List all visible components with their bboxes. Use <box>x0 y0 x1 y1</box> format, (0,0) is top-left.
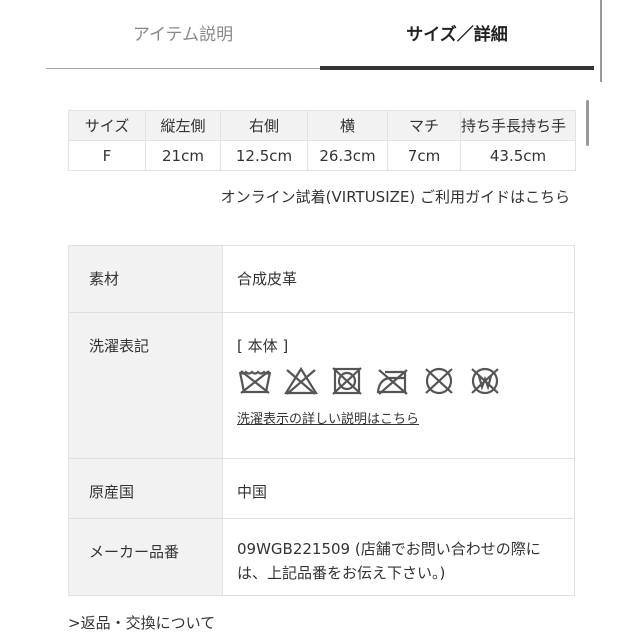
maker-code-label: メーカー品番 <box>68 518 223 596</box>
material-label: 素材 <box>68 245 223 313</box>
care-details-link[interactable]: 洗濯表示の詳しい説明はこちら <box>237 412 419 427</box>
details-table: 素材 合成皮革 洗濯表記 [ 本体 ] 洗濯表示の詳しい説明はこちら 原産国 中… <box>68 245 575 596</box>
size-table-header: サイズ 縦左側 右側 横 マチ 持ち手長持ち手 <box>68 110 576 141</box>
no-wet-clean-icon <box>471 367 499 395</box>
cell: 12.5cm <box>220 140 308 171</box>
scrollbar[interactable] <box>600 0 602 82</box>
no-iron-icon <box>376 369 408 395</box>
tab-size-details[interactable]: サイズ／詳細 <box>320 20 594 50</box>
tab-item-description[interactable]: アイテム説明 <box>46 20 320 50</box>
returns-link[interactable]: >返品・交換について <box>68 612 215 633</box>
material-value: 合成皮革 <box>222 245 575 313</box>
no-wash-icon <box>238 370 272 394</box>
size-table: サイズ 縦左側 右側 横 マチ 持ち手長持ち手 F 21cm 12.5cm 26… <box>68 110 576 171</box>
table-row: 素材 合成皮革 <box>68 245 575 313</box>
cell: 26.3cm <box>307 140 388 171</box>
header-cell: 右側 <box>220 110 308 141</box>
header-cell: サイズ <box>68 110 146 141</box>
care-part: [ 本体 ] <box>237 337 289 355</box>
no-dry-clean-icon <box>425 367 453 395</box>
no-tumble-dry-icon <box>332 367 362 395</box>
table-row: メーカー品番 09WGB221509 (店舗でお問い合わせの際には、上記品番をお… <box>68 518 575 596</box>
table-row: 原産国 中国 <box>68 458 575 519</box>
care-label: 洗濯表記 <box>68 312 223 459</box>
header-cell: 持ち手長持ち手 <box>460 110 576 141</box>
maker-code-value: 09WGB221509 (店舗でお問い合わせの際には、上記品番をお伝え下さい。) <box>222 518 575 596</box>
header-cell: 横 <box>307 110 388 141</box>
cell: 43.5cm <box>460 140 576 171</box>
table-row: 洗濯表記 [ 本体 ] 洗濯表示の詳しい説明はこちら <box>68 312 575 459</box>
table-scrollbar[interactable] <box>586 100 589 146</box>
origin-value: 中国 <box>222 458 575 519</box>
header-cell: マチ <box>387 110 461 141</box>
no-bleach-icon <box>284 366 318 395</box>
table-row: F 21cm 12.5cm 26.3cm 7cm 43.5cm <box>68 140 576 171</box>
cell: 7cm <box>387 140 461 171</box>
care-icons <box>237 366 560 396</box>
active-tab-indicator <box>320 66 594 70</box>
virtusize-guide-link[interactable]: オンライン試着(VIRTUSIZE) ご利用ガイドはこちら <box>221 186 570 207</box>
tab-divider <box>46 68 320 69</box>
origin-label: 原産国 <box>68 458 223 519</box>
cell: 21cm <box>145 140 221 171</box>
header-cell: 縦左側 <box>145 110 221 141</box>
cell: F <box>68 140 146 171</box>
